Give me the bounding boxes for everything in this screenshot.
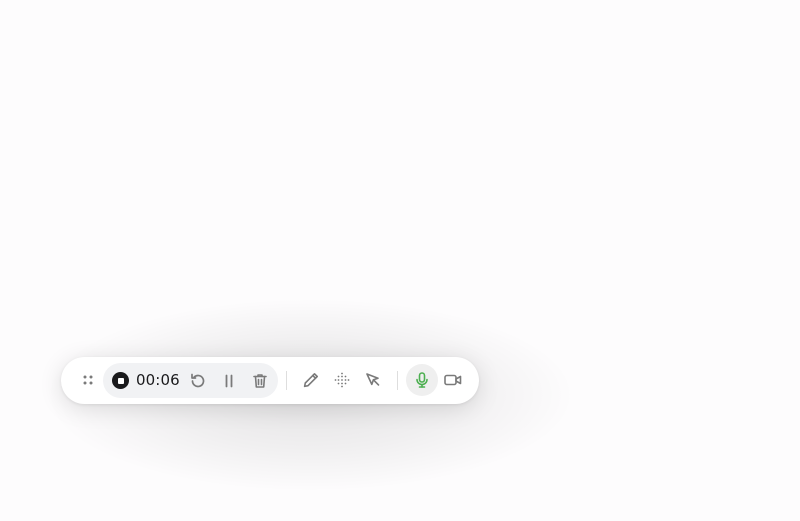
restart-button[interactable] — [185, 368, 211, 394]
microphone-button[interactable] — [406, 364, 438, 396]
pause-icon — [225, 374, 233, 388]
cursor-icon — [366, 373, 380, 386]
camera-button[interactable] — [440, 367, 466, 393]
dot-grid-icon — [334, 372, 350, 388]
video-camera-icon — [444, 374, 462, 386]
restart-icon — [191, 373, 205, 388]
drag-handle-icon[interactable] — [75, 367, 101, 393]
elapsed-timer: 00:06 — [136, 371, 180, 389]
draw-button[interactable] — [298, 367, 324, 393]
microphone-icon — [416, 372, 428, 388]
trash-icon — [253, 374, 267, 388]
stop-button[interactable] — [112, 372, 129, 389]
recording-toolbar: 00:06 — [61, 357, 479, 404]
pencil-icon — [303, 373, 318, 388]
pause-button[interactable] — [216, 368, 242, 394]
recording-controls: 00:06 — [103, 363, 278, 398]
toolbar-divider — [286, 371, 287, 390]
toolbar-divider — [397, 371, 398, 390]
stop-icon — [117, 377, 124, 384]
blur-button[interactable] — [329, 367, 355, 393]
cursor-button[interactable] — [360, 367, 386, 393]
delete-button[interactable] — [247, 368, 273, 394]
